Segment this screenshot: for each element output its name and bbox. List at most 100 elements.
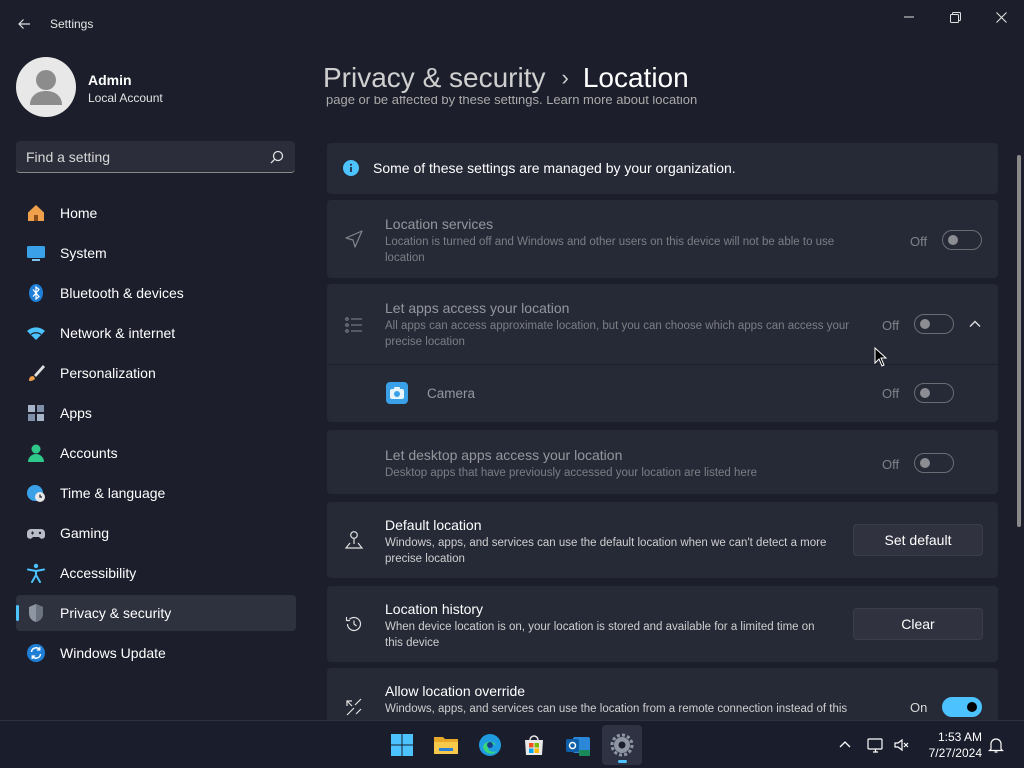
sidebar-item-privacy-security[interactable]: Privacy & security xyxy=(16,595,296,631)
default-location-card: Default location Windows, apps, and serv… xyxy=(327,502,998,578)
edge-icon xyxy=(479,734,501,756)
close-button[interactable] xyxy=(978,6,1024,28)
settings-taskbar-button[interactable] xyxy=(602,725,642,765)
window-title: Settings xyxy=(50,17,94,31)
set-default-button[interactable]: Set default xyxy=(853,524,983,556)
sidebar-item-time-language[interactable]: Time & language xyxy=(16,475,296,511)
store-button[interactable] xyxy=(514,725,554,765)
bell-icon xyxy=(988,738,1004,753)
apps-access-state: Off xyxy=(882,318,900,333)
apps-access-toggle[interactable] xyxy=(914,314,954,334)
clear-history-button[interactable]: Clear xyxy=(853,608,983,640)
location-override-description: Windows, apps, and services can use the … xyxy=(385,703,848,715)
sidebar-item-accounts[interactable]: Accounts xyxy=(16,435,296,471)
sidebar-item-windows-update[interactable]: Windows Update xyxy=(16,635,296,671)
breadcrumb-parent[interactable]: Privacy & security xyxy=(323,62,546,94)
breadcrumb: Privacy & security › Location xyxy=(323,58,689,98)
outlook-button[interactable] xyxy=(558,725,598,765)
edge-button[interactable] xyxy=(470,725,510,765)
breadcrumb-separator: › xyxy=(561,65,569,90)
taskbar: 1:53 AM 7/27/2024 xyxy=(0,720,1024,768)
location-override-toggle[interactable] xyxy=(942,697,982,717)
camera-location-toggle[interactable] xyxy=(914,383,954,403)
camera-state: Off xyxy=(882,386,900,401)
wifi-icon xyxy=(26,323,46,343)
controller-icon xyxy=(26,523,46,543)
network-monitor-icon xyxy=(867,738,883,753)
search-box[interactable] xyxy=(16,141,295,173)
apps-access-description: All apps can access approximate location… xyxy=(385,320,850,348)
minimize-button[interactable] xyxy=(886,6,932,28)
org-notice-text: Some of these settings are managed by yo… xyxy=(373,160,736,176)
search-icon[interactable] xyxy=(269,149,285,165)
default-location-title: Default location xyxy=(385,517,482,533)
desktop-apps-description: Desktop apps that have previously access… xyxy=(385,467,758,479)
speaker-muted-icon xyxy=(894,738,909,752)
start-button[interactable] xyxy=(382,725,422,765)
org-managed-notice: Some of these settings are managed by yo… xyxy=(327,143,998,194)
file-explorer-button[interactable] xyxy=(426,725,466,765)
info-icon xyxy=(343,160,359,176)
chevron-up-icon xyxy=(839,741,851,748)
start-icon xyxy=(391,734,413,756)
sidebar-item-home[interactable]: Home xyxy=(16,195,296,231)
location-override-state: On xyxy=(910,700,928,715)
sidebar-item-network[interactable]: Network & internet xyxy=(16,315,296,351)
sidebar-item-accessibility[interactable]: Accessibility xyxy=(16,555,296,591)
sidebar-item-apps[interactable]: Apps xyxy=(16,395,296,431)
search-input[interactable] xyxy=(26,141,266,172)
home-icon xyxy=(26,203,46,223)
globe-clock-icon xyxy=(26,483,46,503)
location-override-title: Allow location override xyxy=(385,683,526,699)
location-services-title: Location services xyxy=(385,216,494,232)
bluetooth-icon xyxy=(26,283,46,303)
notifications-button[interactable] xyxy=(986,735,1006,755)
shield-icon xyxy=(26,603,46,623)
back-arrow-icon xyxy=(18,19,30,29)
scrolled-description: page or be affected by these settings. L… xyxy=(326,96,698,107)
history-icon xyxy=(343,613,365,635)
clock-date: 7/27/2024 xyxy=(928,746,982,760)
camera-label: Camera xyxy=(427,386,476,401)
close-icon xyxy=(995,11,1007,23)
avatar[interactable] xyxy=(16,57,76,117)
location-services-card: Location services Location is turned off… xyxy=(327,200,998,278)
apps-icon xyxy=(26,403,46,423)
override-arrows-icon xyxy=(343,696,365,718)
accessibility-icon xyxy=(26,563,46,583)
sidebar-item-gaming[interactable]: Gaming xyxy=(16,515,296,551)
settings-icon xyxy=(610,733,634,757)
taskbar-clock[interactable]: 1:53 AM 7/27/2024 xyxy=(910,729,982,761)
sidebar-nav: Home System Bluetooth & devices Network … xyxy=(16,195,296,675)
sidebar-item-bluetooth[interactable]: Bluetooth & devices xyxy=(16,275,296,311)
page-title: Location xyxy=(582,62,689,93)
monitor-icon xyxy=(26,243,46,263)
restore-button[interactable] xyxy=(932,6,978,28)
volume-button[interactable] xyxy=(892,735,912,755)
tray-overflow-button[interactable] xyxy=(835,735,855,755)
location-history-title: Location history xyxy=(385,601,484,617)
location-services-toggle[interactable] xyxy=(942,230,982,250)
brush-icon xyxy=(26,363,46,383)
person-icon xyxy=(26,443,46,463)
minimize-icon xyxy=(904,16,914,18)
sidebar-item-system[interactable]: System xyxy=(16,235,296,271)
list-icon xyxy=(343,314,365,336)
sidebar-item-personalization[interactable]: Personalization xyxy=(16,355,296,391)
account-type: Local Account xyxy=(88,91,163,105)
default-location-description: Windows, apps, and services can use the … xyxy=(385,537,827,565)
location-services-description: Location is turned off and Windows and o… xyxy=(385,236,835,264)
desktop-apps-state: Off xyxy=(882,457,900,472)
desktop-apps-toggle[interactable] xyxy=(914,453,954,473)
mouse-cursor-icon xyxy=(874,347,888,367)
content-scrollbar[interactable] xyxy=(1017,155,1021,527)
back-button[interactable] xyxy=(12,12,36,36)
clock-time: 1:53 AM xyxy=(937,730,982,744)
active-app-indicator xyxy=(618,760,627,763)
apps-access-title: Let apps access your location xyxy=(385,300,570,316)
location-arrow-icon xyxy=(343,228,365,250)
desktop-apps-card: Let desktop apps access your location De… xyxy=(327,430,998,494)
network-status-button[interactable] xyxy=(866,735,886,755)
chevron-up-icon[interactable] xyxy=(967,316,983,332)
file-explorer-icon xyxy=(434,737,458,754)
